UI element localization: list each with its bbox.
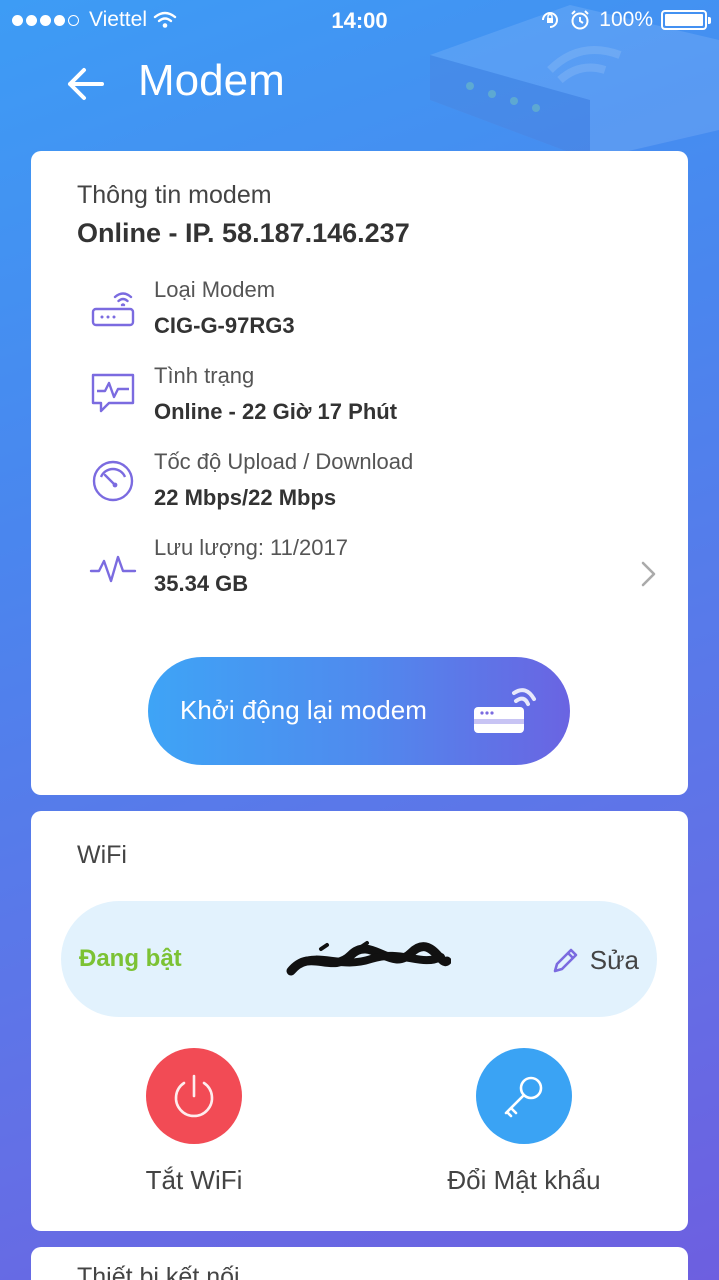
wifi-ssid-redacted: [286, 941, 451, 976]
modem-section-title: Thông tin modem: [77, 181, 272, 209]
turn-off-wifi-label[interactable]: Tắt WiFi: [74, 1165, 314, 1196]
speed-value: 22 Mbps/22 Mbps: [154, 485, 337, 510]
restart-modem-button[interactable]: Khởi động lại modem: [148, 657, 570, 765]
status-label: Tình trạng: [154, 363, 255, 388]
app-header: Modem: [0, 50, 719, 120]
pulse-line-icon: [89, 555, 137, 583]
info-row-status: Tình trạng Online - 22 Giờ 17 Phút: [89, 363, 669, 433]
pencil-icon: [553, 948, 578, 973]
wifi-state: Đang bật: [79, 945, 182, 972]
wifi-status-bar: Đang bật Sửa: [61, 901, 657, 1017]
connected-devices-card[interactable]: Thiết bị kết nối: [31, 1247, 688, 1280]
change-password-label[interactable]: Đổi Mật khẩu: [404, 1165, 644, 1196]
info-row-traffic[interactable]: Lưu lượng: 11/2017 35.34 GB: [89, 535, 669, 605]
chevron-right-icon[interactable]: [639, 559, 659, 589]
back-button[interactable]: [62, 60, 110, 108]
turn-off-wifi-button[interactable]: [146, 1048, 242, 1144]
modem-type-label: Loại Modem: [154, 277, 276, 302]
wifi-section-title: WiFi: [77, 841, 127, 869]
restart-modem-label: Khởi động lại modem: [180, 695, 427, 725]
modem-type-value: CIG-G-97RG3: [154, 313, 295, 338]
traffic-label: Lưu lượng: 11/2017: [154, 535, 348, 560]
edit-wifi-button[interactable]: Sửa: [550, 937, 639, 983]
power-icon: [174, 1074, 214, 1118]
modem-info-card: Thông tin modem Online - IP. 58.187.146.…: [31, 151, 688, 795]
info-row-speed: Tốc độ Upload / Download 22 Mbps/22 Mbps: [89, 449, 669, 519]
traffic-value: 35.34 GB: [154, 571, 249, 596]
arrow-left-icon: [68, 68, 104, 100]
page-title: Modem: [138, 56, 285, 105]
key-icon: [504, 1076, 543, 1118]
router-icon: [91, 292, 135, 327]
status-value: Online - 22 Giờ 17 Phút: [154, 399, 398, 424]
wifi-card: WiFi Đang bật Sửa Tắt WiFi Đổi Mật khẩu: [31, 811, 688, 1231]
modem-status: Online - IP. 58.187.146.237: [77, 218, 410, 248]
monitor-pulse-icon: [91, 373, 135, 413]
connected-devices-title: Thiết bị kết nối: [77, 1263, 240, 1280]
edit-label: Sửa: [589, 944, 639, 975]
speedometer-icon: [92, 460, 134, 502]
info-row-modem-type: Loại Modem CIG-G-97RG3: [89, 277, 669, 347]
change-password-button[interactable]: [476, 1048, 572, 1144]
modem-wifi-icon: [474, 688, 536, 733]
speed-label: Tốc độ Upload / Download: [154, 449, 414, 474]
